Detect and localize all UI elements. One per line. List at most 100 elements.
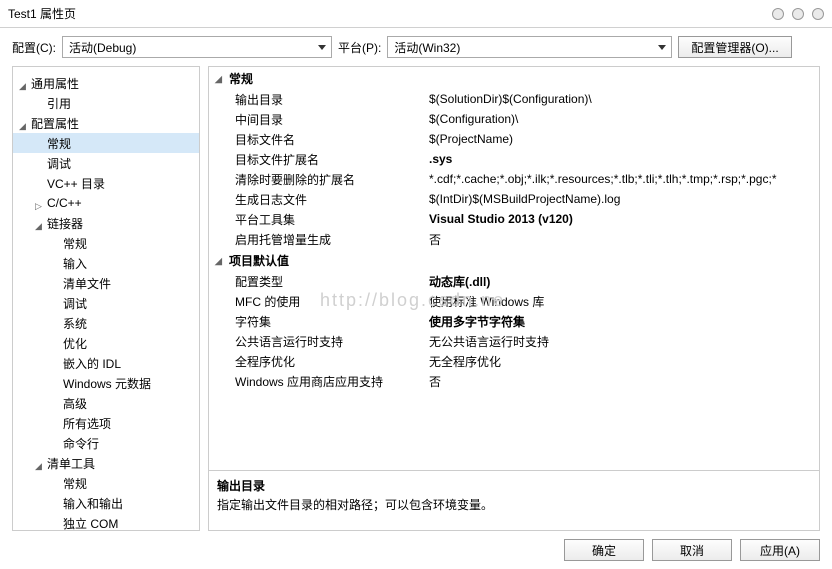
property-row[interactable]: 全程序优化无全程序优化 bbox=[209, 351, 819, 371]
property-value[interactable]: $(SolutionDir)$(Configuration)\ bbox=[429, 92, 819, 106]
tree-item[interactable]: 常规 bbox=[13, 233, 199, 253]
tree-item-label: Windows 元数据 bbox=[63, 375, 151, 392]
tree-item-label: 系统 bbox=[63, 315, 87, 332]
property-key: 输出目录 bbox=[209, 91, 429, 108]
config-manager-button[interactable]: 配置管理器(O)... bbox=[678, 36, 791, 58]
tree-item[interactable]: 命令行 bbox=[13, 433, 199, 453]
property-row[interactable]: 清除时要删除的扩展名*.cdf;*.cache;*.obj;*.ilk;*.re… bbox=[209, 169, 819, 189]
property-key: 启用托管增量生成 bbox=[209, 231, 429, 248]
property-key: 平台工具集 bbox=[209, 211, 429, 228]
property-key: 公共语言运行时支持 bbox=[209, 333, 429, 350]
group-title: 常规 bbox=[229, 70, 253, 87]
tree-item[interactable]: 调试 bbox=[13, 293, 199, 313]
tree-item[interactable]: 高级 bbox=[13, 393, 199, 413]
tree-item-label: 清单文件 bbox=[63, 275, 111, 292]
tree-spacer bbox=[35, 158, 45, 168]
tree-spacer bbox=[51, 238, 61, 248]
window-title: Test1 属性页 bbox=[8, 5, 76, 22]
ok-button[interactable]: 确定 bbox=[564, 539, 644, 561]
tree-item[interactable]: 清单工具 bbox=[13, 453, 199, 473]
description-text: 指定输出文件目录的相对路径；可以包含环境变量。 bbox=[217, 496, 811, 513]
property-value[interactable]: Visual Studio 2013 (v120) bbox=[429, 212, 819, 226]
tree-item[interactable]: 常规 bbox=[13, 133, 199, 153]
tree-item[interactable]: 输入和输出 bbox=[13, 493, 199, 513]
config-combo[interactable]: 活动(Debug) bbox=[62, 36, 332, 58]
tree-item[interactable]: 独立 COM bbox=[13, 513, 199, 531]
footer: 确定 取消 应用(A) bbox=[0, 531, 832, 569]
property-row[interactable]: Windows 应用商店应用支持否 bbox=[209, 371, 819, 391]
nav-tree[interactable]: 通用属性引用配置属性常规调试VC++ 目录C/C++链接器常规输入清单文件调试系… bbox=[12, 66, 200, 531]
tree-item[interactable]: 输入 bbox=[13, 253, 199, 273]
tree-item[interactable]: 引用 bbox=[13, 93, 199, 113]
minimize-icon[interactable] bbox=[772, 8, 784, 20]
property-row[interactable]: 字符集使用多字节字符集 bbox=[209, 311, 819, 331]
tree-item-label: 嵌入的 IDL bbox=[63, 355, 121, 372]
tree-item-label: 高级 bbox=[63, 395, 87, 412]
tree-spacer bbox=[51, 418, 61, 428]
tree-item[interactable]: Windows 元数据 bbox=[13, 373, 199, 393]
tree-item[interactable]: 配置属性 bbox=[13, 113, 199, 133]
tree-item[interactable]: C/C++ bbox=[13, 193, 199, 213]
property-value[interactable]: $(IntDir)$(MSBuildProjectName).log bbox=[429, 192, 819, 206]
tree-item[interactable]: 清单文件 bbox=[13, 273, 199, 293]
tree-spacer bbox=[51, 438, 61, 448]
close-icon[interactable] bbox=[812, 8, 824, 20]
maximize-icon[interactable] bbox=[792, 8, 804, 20]
property-grid[interactable]: http://blog.csdn.ne 常规输出目录$(SolutionDir)… bbox=[208, 66, 820, 471]
tree-item[interactable]: 常规 bbox=[13, 473, 199, 493]
property-value[interactable]: .sys bbox=[429, 152, 819, 166]
tree-spacer bbox=[35, 178, 45, 188]
tree-spacer bbox=[35, 98, 45, 108]
tree-item[interactable]: 通用属性 bbox=[13, 73, 199, 93]
property-key: 字符集 bbox=[209, 313, 429, 330]
tree-spacer bbox=[51, 518, 61, 528]
property-group-header[interactable]: 项目默认值 bbox=[209, 249, 819, 271]
chevron-down-icon[interactable] bbox=[35, 458, 45, 468]
property-value[interactable]: $(Configuration)\ bbox=[429, 112, 819, 126]
tree-spacer bbox=[51, 258, 61, 268]
property-value[interactable]: 否 bbox=[429, 373, 819, 390]
apply-button[interactable]: 应用(A) bbox=[740, 539, 820, 561]
property-group-header[interactable]: 常规 bbox=[209, 67, 819, 89]
property-row[interactable]: MFC 的使用使用标准 Windows 库 bbox=[209, 291, 819, 311]
property-row[interactable]: 生成日志文件$(IntDir)$(MSBuildProjectName).log bbox=[209, 189, 819, 209]
property-value[interactable]: 无全程序优化 bbox=[429, 353, 819, 370]
property-value[interactable]: 使用多字节字符集 bbox=[429, 313, 819, 330]
property-row[interactable]: 启用托管增量生成否 bbox=[209, 229, 819, 249]
tree-item[interactable]: 优化 bbox=[13, 333, 199, 353]
toolbar: 配置(C): 活动(Debug) 平台(P): 活动(Win32) 配置管理器(… bbox=[0, 28, 832, 66]
property-row[interactable]: 中间目录$(Configuration)\ bbox=[209, 109, 819, 129]
tree-item[interactable]: 嵌入的 IDL bbox=[13, 353, 199, 373]
property-key: 配置类型 bbox=[209, 273, 429, 290]
tree-spacer bbox=[51, 278, 61, 288]
property-value[interactable]: 否 bbox=[429, 231, 819, 248]
property-value[interactable]: 使用标准 Windows 库 bbox=[429, 293, 819, 310]
chevron-down-icon[interactable] bbox=[35, 218, 45, 228]
property-row[interactable]: 公共语言运行时支持无公共语言运行时支持 bbox=[209, 331, 819, 351]
tree-item[interactable]: 系统 bbox=[13, 313, 199, 333]
platform-combo[interactable]: 活动(Win32) bbox=[387, 36, 672, 58]
tree-item-label: 清单工具 bbox=[47, 455, 95, 472]
property-row[interactable]: 输出目录$(SolutionDir)$(Configuration)\ bbox=[209, 89, 819, 109]
tree-item[interactable]: 调试 bbox=[13, 153, 199, 173]
tree-item[interactable]: 所有选项 bbox=[13, 413, 199, 433]
chevron-down-icon[interactable] bbox=[215, 71, 225, 85]
property-value[interactable]: 无公共语言运行时支持 bbox=[429, 333, 819, 350]
tree-spacer bbox=[51, 318, 61, 328]
cancel-button[interactable]: 取消 bbox=[652, 539, 732, 561]
property-row[interactable]: 平台工具集Visual Studio 2013 (v120) bbox=[209, 209, 819, 229]
chevron-down-icon[interactable] bbox=[19, 118, 29, 128]
chevron-down-icon[interactable] bbox=[215, 253, 225, 267]
titlebar: Test1 属性页 bbox=[0, 0, 832, 28]
tree-item[interactable]: 链接器 bbox=[13, 213, 199, 233]
tree-item[interactable]: VC++ 目录 bbox=[13, 173, 199, 193]
property-row[interactable]: 配置类型动态库(.dll) bbox=[209, 271, 819, 291]
property-row[interactable]: 目标文件名$(ProjectName) bbox=[209, 129, 819, 149]
chevron-down-icon[interactable] bbox=[19, 78, 29, 88]
property-value[interactable]: 动态库(.dll) bbox=[429, 273, 819, 290]
property-value[interactable]: *.cdf;*.cache;*.obj;*.ilk;*.resources;*.… bbox=[429, 172, 819, 186]
property-value[interactable]: $(ProjectName) bbox=[429, 132, 819, 146]
chevron-right-icon[interactable] bbox=[35, 198, 45, 208]
property-key: 生成日志文件 bbox=[209, 191, 429, 208]
property-row[interactable]: 目标文件扩展名.sys bbox=[209, 149, 819, 169]
